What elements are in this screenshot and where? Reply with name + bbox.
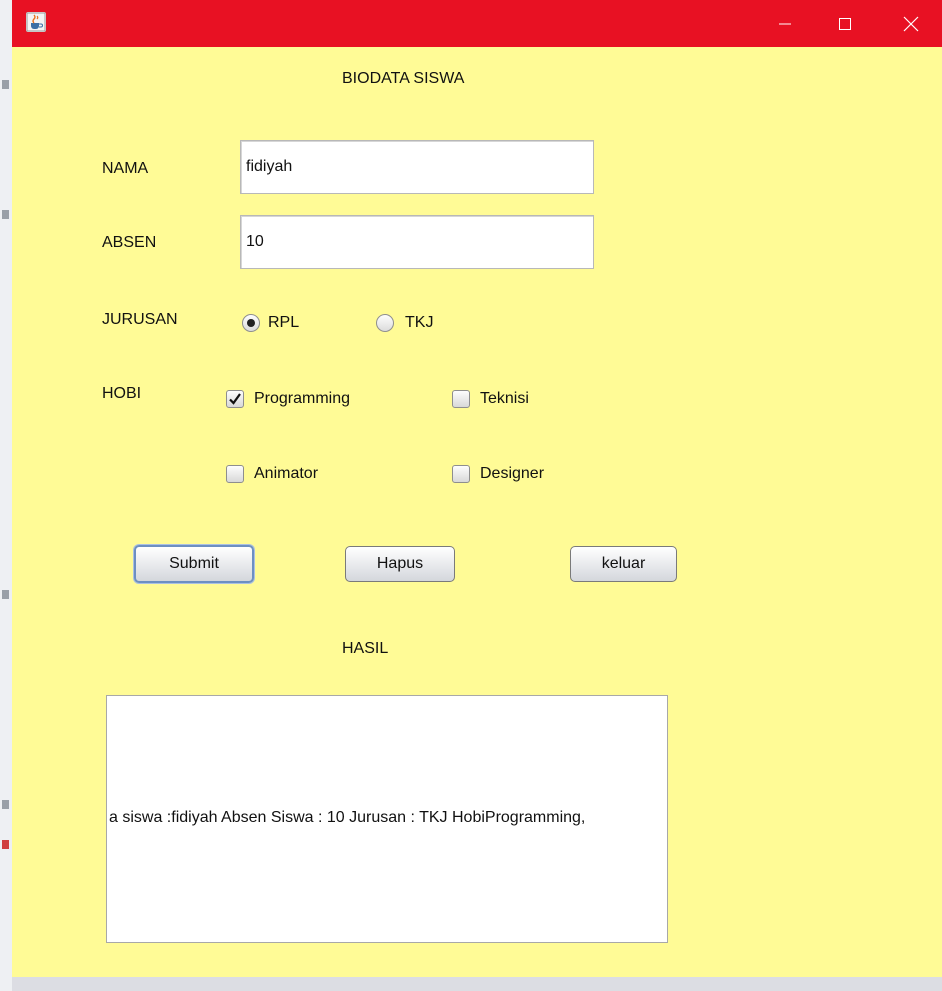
- radio-rpl-label: RPL: [268, 314, 300, 331]
- hasil-label: HASIL: [342, 640, 389, 657]
- radio-selected-icon: [242, 314, 260, 332]
- checkbox-designer[interactable]: Designer: [452, 465, 544, 483]
- checkbox-programming-label: Programming: [254, 390, 351, 407]
- ide-marker: [2, 80, 9, 89]
- nama-input[interactable]: [240, 140, 594, 194]
- radio-unselected-icon: [376, 314, 394, 332]
- checkbox-unchecked-icon: [452, 390, 470, 408]
- absen-input[interactable]: [240, 215, 594, 269]
- window-bottom-edge: [12, 977, 942, 991]
- ide-marker: [2, 800, 9, 809]
- submit-button[interactable]: Submit: [134, 545, 254, 583]
- radio-tkj-label: TKJ: [405, 314, 434, 331]
- radio-tkj[interactable]: TKJ: [376, 314, 433, 332]
- checkbox-checked-icon: [226, 390, 244, 408]
- checkbox-teknisi-label: Teknisi: [480, 390, 529, 407]
- checkbox-unchecked-icon: [452, 465, 470, 483]
- checkbox-animator-label: Animator: [254, 465, 319, 482]
- title-bar[interactable]: [12, 0, 942, 47]
- java-cup-icon: [26, 12, 46, 32]
- checkbox-programming[interactable]: Programming: [226, 390, 350, 408]
- checkbox-teknisi[interactable]: Teknisi: [452, 390, 529, 408]
- maximize-button[interactable]: [822, 0, 868, 47]
- minimize-button[interactable]: [762, 0, 808, 47]
- maximize-icon: [839, 17, 851, 30]
- ide-marker: [2, 840, 9, 849]
- close-icon: [903, 16, 919, 31]
- hobi-label: HOBI: [102, 385, 142, 402]
- app-window: BIODATA SISWA NAMA ABSEN JURUSAN RPL TKJ…: [12, 0, 942, 991]
- hasil-textarea[interactable]: a siswa :fidiyah Absen Siswa : 10 Jurusa…: [106, 695, 668, 943]
- form-title: BIODATA SISWA: [342, 70, 465, 87]
- ide-marker: [2, 210, 9, 219]
- checkbox-unchecked-icon: [226, 465, 244, 483]
- checkbox-designer-label: Designer: [480, 465, 545, 482]
- close-button[interactable]: [888, 0, 934, 47]
- hapus-button[interactable]: Hapus: [345, 546, 455, 582]
- minimize-icon: [779, 23, 791, 24]
- nama-label: NAMA: [102, 160, 149, 177]
- ide-marker: [2, 590, 9, 599]
- checkbox-animator[interactable]: Animator: [226, 465, 318, 483]
- hasil-text: a siswa :fidiyah Absen Siswa : 10 Jurusa…: [109, 809, 586, 826]
- jurusan-label: JURUSAN: [102, 311, 178, 328]
- radio-rpl[interactable]: RPL: [242, 314, 299, 332]
- keluar-button[interactable]: keluar: [570, 546, 677, 582]
- absen-label: ABSEN: [102, 234, 157, 251]
